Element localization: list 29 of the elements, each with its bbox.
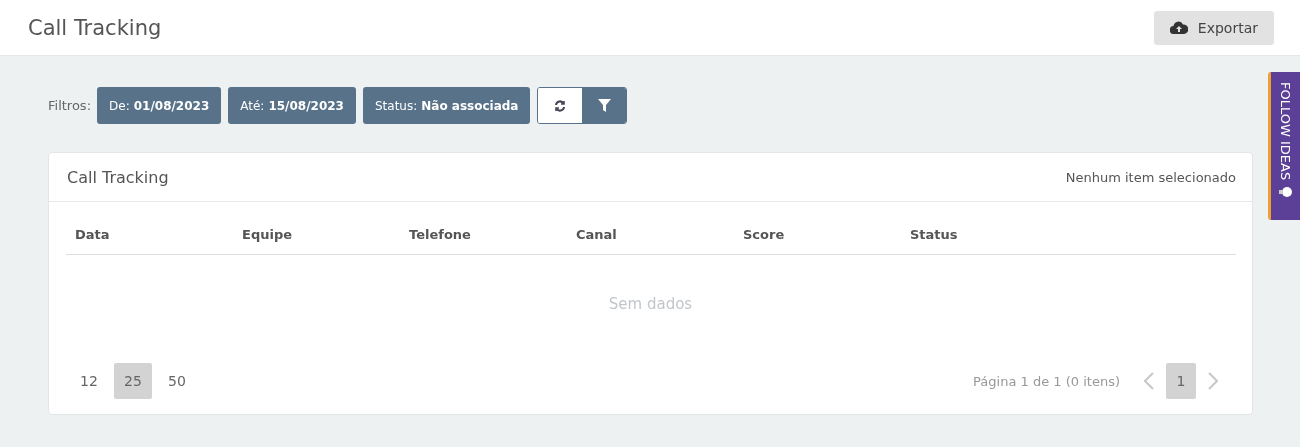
column-header[interactable]: Telefone <box>409 214 576 242</box>
refresh-icon <box>554 99 567 112</box>
next-page-icon <box>1208 372 1218 390</box>
column-header[interactable]: Equipe <box>242 214 409 242</box>
selection-status: Nenhum item selecionado <box>1065 169 1236 185</box>
column-header[interactable]: Score <box>743 214 910 242</box>
filters-label: Filtros: <box>48 98 92 113</box>
previous-page-icon <box>1144 372 1154 390</box>
page-size-option[interactable]: 50 <box>158 363 196 399</box>
filter-chip[interactable]: De: 01/08/2023 <box>97 87 222 124</box>
feedback-tab[interactable]: FOLLOW IDEAS <box>1268 72 1300 220</box>
column-header[interactable]: Canal <box>576 214 743 242</box>
lightbulb-icon <box>1278 186 1293 199</box>
page-info: Página 1 de 1 (0 itens) <box>973 373 1120 389</box>
filter-chip[interactable]: Status: Não associada <box>362 87 531 124</box>
page-title: Call Tracking <box>28 15 162 40</box>
card-title: Call Tracking <box>67 167 169 187</box>
refresh-button[interactable] <box>538 88 583 123</box>
cloud-upload-icon <box>1169 21 1188 34</box>
empty-message: Sem dados <box>607 295 694 313</box>
page-size-option[interactable]: 12 <box>70 363 108 399</box>
column-header[interactable]: Data <box>75 214 242 242</box>
page-size-option[interactable]: 25 <box>114 363 152 399</box>
export-button[interactable]: Exportar <box>1153 10 1274 45</box>
filter-icon <box>597 99 611 112</box>
filter-button[interactable] <box>582 88 627 123</box>
page-number[interactable]: 1 <box>1166 363 1196 399</box>
filter-chip[interactable]: Até: 15/08/2023 <box>228 87 356 124</box>
column-header[interactable]: Status <box>910 214 1077 242</box>
